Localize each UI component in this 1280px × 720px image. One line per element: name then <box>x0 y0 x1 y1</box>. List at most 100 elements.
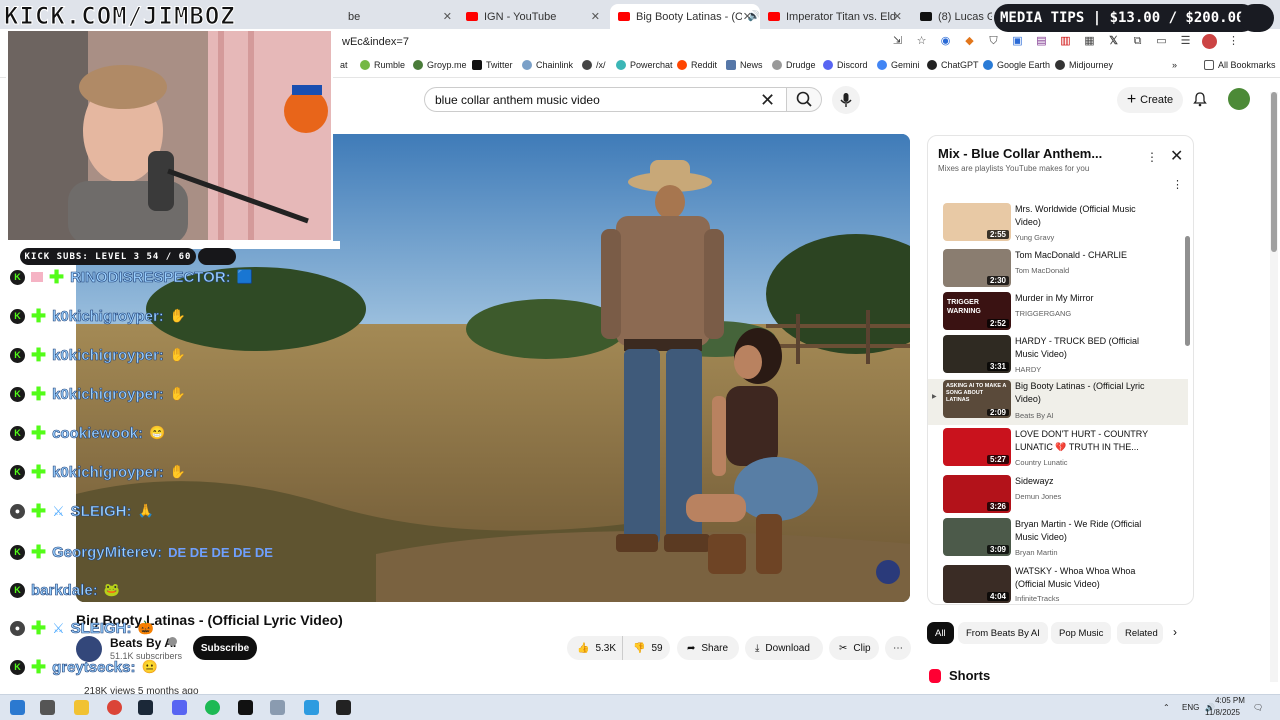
app-icon[interactable] <box>270 700 285 715</box>
chevron-right-icon[interactable]: › <box>1173 625 1177 639</box>
all-bookmarks[interactable]: All Bookmarks <box>1204 60 1276 70</box>
steam-icon[interactable] <box>138 700 153 715</box>
puzzle-icon[interactable]: ⧉ <box>1130 34 1145 49</box>
search-button[interactable] <box>786 87 822 112</box>
notification-icon[interactable]: 🗨 <box>1253 703 1263 712</box>
browser-tab[interactable]: Imperator Titan vs. Eldar Tita ✕ <box>760 4 910 29</box>
like-button[interactable]: 👍 5.3K <box>567 636 622 660</box>
item-title: LOVE DON'T HURT - COUNTRY LUNATIC 💔 TRUT… <box>1015 429 1148 452</box>
more-vert-icon[interactable]: ⋮ <box>1146 150 1158 164</box>
tray-chevron-icon[interactable]: ⌃ <box>1163 703 1170 712</box>
x-icon[interactable]: 𝕏 <box>1106 34 1121 49</box>
playlist-item[interactable]: 2:30 Tom MacDonald - CHARLIE Tom MacDona… <box>928 248 1188 291</box>
extension-icon[interactable]: ▤ <box>1034 34 1049 49</box>
clock-date[interactable]: 11/8/2025 <box>1205 708 1240 717</box>
browser-tab-active[interactable]: Big Booty Latinas - (Offic 🔊 ✕ <box>610 4 760 29</box>
extension-icon[interactable]: ▥ <box>1058 34 1073 49</box>
account-avatar[interactable] <box>1228 88 1250 110</box>
spotify-icon[interactable] <box>205 700 220 715</box>
bookmark-item[interactable]: Twitter <box>472 60 513 70</box>
bookmark-item[interactable]: Rumble <box>360 60 405 70</box>
dislike-button[interactable]: 👎 59 <box>622 636 670 660</box>
reddit-icon <box>677 60 687 70</box>
chip-all[interactable]: All <box>927 622 954 644</box>
task-view-icon[interactable] <box>40 700 55 715</box>
close-icon[interactable]: ✕ <box>1170 146 1183 166</box>
playlist-item[interactable]: 3:26 Sidewayz Demun Jones <box>928 474 1188 517</box>
menu-icon[interactable]: ⋮ <box>1226 34 1241 49</box>
address-bar[interactable]: wEc&index=7 <box>330 31 910 53</box>
chip-pop-music[interactable]: Pop Music <box>1051 622 1112 644</box>
related-chips: All From Beats By AI Pop Music Related › <box>927 622 1194 646</box>
chip-related[interactable]: Related <box>1117 622 1163 644</box>
playlist-item[interactable]: 2:55 Mrs. Worldwide (Official Music Vide… <box>928 202 1188 245</box>
language-indicator[interactable]: ENG <box>1182 703 1199 712</box>
bookmark-item[interactable]: ChatGPT <box>927 60 979 70</box>
bookmark-label: /x/ <box>596 60 606 70</box>
shield-icon[interactable]: ⛉ <box>986 34 1001 49</box>
bookmark-item[interactable]: Midjourney <box>1055 60 1113 70</box>
bookmark-item[interactable]: Discord <box>823 60 868 70</box>
bookmarks-overflow-icon[interactable]: » <box>1172 60 1177 70</box>
extension-icon[interactable]: ◉ <box>938 34 953 49</box>
install-app-icon[interactable]: ⇲ <box>890 34 905 49</box>
more-actions-button[interactable]: ⋯ <box>885 636 911 660</box>
extension-icon[interactable]: ▣ <box>1010 34 1025 49</box>
app-icon[interactable] <box>238 700 253 715</box>
bookmark-item[interactable]: Powerchat <box>616 60 673 70</box>
chip-from-channel[interactable]: From Beats By AI <box>958 622 1048 644</box>
bookmark-item[interactable]: Drudge <box>772 60 816 70</box>
bookmark-item[interactable]: Google Earth <box>983 60 1050 70</box>
playlist-scrollbar[interactable] <box>1185 236 1190 346</box>
voice-search-button[interactable] <box>832 86 860 114</box>
sidepanel-icon[interactable]: ▭ <box>1154 34 1169 49</box>
extension-icon[interactable]: ▦ <box>1082 34 1097 49</box>
scrollbar-thumb[interactable] <box>1271 92 1277 252</box>
file-explorer-icon[interactable] <box>74 700 89 715</box>
playlist-item[interactable]: 5:27 LOVE DON'T HURT - COUNTRY LUNATIC 💔… <box>928 427 1188 470</box>
share-button[interactable]: ➦ Share <box>677 636 739 660</box>
discord-icon[interactable] <box>172 700 187 715</box>
playlist-item[interactable]: 4:04 WATSKY - Whoa Whoa Whoa (Official M… <box>928 564 1188 604</box>
bookmark-item[interactable]: Chainlink <box>522 60 573 70</box>
clock-time[interactable]: 4:05 PM <box>1209 696 1251 705</box>
close-icon[interactable]: ✕ <box>591 10 600 23</box>
create-button[interactable]: + Create <box>1117 87 1183 113</box>
bookmark-item[interactable]: at <box>340 60 348 70</box>
playlist-item[interactable]: TRIGGER WARNING 2:52 Murder in My Mirror… <box>928 291 1188 334</box>
bookmark-item[interactable]: News <box>726 60 763 70</box>
start-icon[interactable] <box>10 700 25 715</box>
metamask-icon[interactable]: ◆ <box>962 34 977 49</box>
browser-tab[interactable]: be ✕ <box>340 4 460 29</box>
close-icon[interactable]: ✕ <box>893 10 902 23</box>
app-icon[interactable] <box>336 700 351 715</box>
item-channel: Tom MacDonald <box>1015 266 1070 275</box>
bookmark-star-icon[interactable]: ☆ <box>914 34 929 49</box>
close-icon[interactable]: ✕ <box>743 10 752 23</box>
playlist-item[interactable]: 3:31 HARDY - TRUCK BED (Official Music V… <box>928 334 1188 377</box>
close-icon[interactable]: ✕ <box>443 10 452 23</box>
profile-icon[interactable] <box>1202 34 1217 49</box>
item-channel: InfiniteTracks <box>1015 594 1060 603</box>
bookmark-label: Reddit <box>691 60 718 70</box>
page-scrollbar[interactable] <box>1270 92 1278 682</box>
bookmark-item[interactable]: Reddit <box>677 60 717 70</box>
browser-tab[interactable]: IGN - YouTube ✕ <box>458 4 608 29</box>
chrome-icon[interactable] <box>107 700 122 715</box>
clear-search-icon[interactable]: ✕ <box>760 90 775 110</box>
search-input[interactable]: blue collar anthem music video <box>424 87 787 112</box>
bookmark-label: Rumble <box>374 60 406 70</box>
download-button[interactable]: ⤓ Download <box>745 636 823 660</box>
reading-list-icon[interactable]: ☰ <box>1178 34 1193 49</box>
notifications-bell-icon[interactable] <box>1192 91 1208 110</box>
browser-tab[interactable]: (8) Lucas G <box>912 4 992 29</box>
chat-emote: DE DE DE DE DE <box>168 544 273 560</box>
playlist-item[interactable]: 3:09 Bryan Martin - We Ride (Official Mu… <box>928 517 1188 560</box>
playlist-item-current[interactable]: ▶ ASKING AI TO MAKE A SONG ABOUT LATINAS… <box>928 379 1188 425</box>
bookmark-item[interactable]: /x/ <box>582 60 606 70</box>
clip-button[interactable]: ✂ Clip <box>829 636 879 660</box>
bookmark-item[interactable]: Gemini <box>877 60 920 70</box>
bookmark-item[interactable]: Groyp.me <box>413 60 467 70</box>
more-vert-icon[interactable]: ⋮ <box>1172 178 1183 191</box>
telegram-icon[interactable] <box>304 700 319 715</box>
